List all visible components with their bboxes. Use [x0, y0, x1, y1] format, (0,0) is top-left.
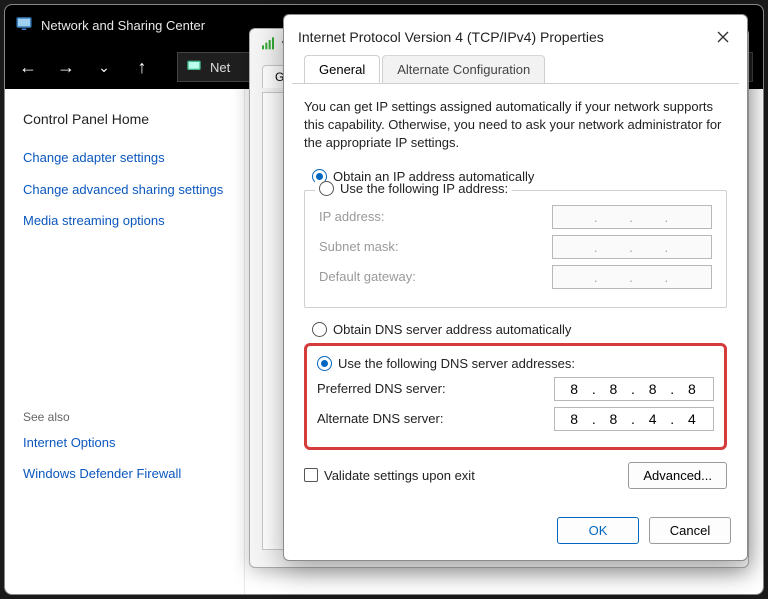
- window-title: Network and Sharing Center: [41, 18, 205, 33]
- dns-highlight: Use the following DNS server addresses: …: [304, 343, 727, 450]
- control-panel-icon: [186, 58, 202, 77]
- ip-address-label: IP address:: [319, 209, 385, 224]
- tab-alternate-config[interactable]: Alternate Configuration: [382, 55, 545, 83]
- checkbox-icon: [304, 468, 318, 482]
- radio-dns-auto-label: Obtain DNS server address automatically: [333, 322, 571, 337]
- see-also-label: See also: [23, 410, 226, 424]
- advanced-button[interactable]: Advanced...: [628, 462, 727, 489]
- forward-button[interactable]: →: [53, 54, 79, 80]
- radio-ip-manual[interactable]: Use the following IP address:: [319, 181, 508, 196]
- validate-label: Validate settings upon exit: [324, 468, 475, 483]
- subnet-mask-input: [552, 235, 712, 259]
- tab-row: General Alternate Configuration: [292, 55, 739, 84]
- media-streaming-link[interactable]: Media streaming options: [23, 212, 226, 230]
- radio-dns-manual-label: Use the following DNS server addresses:: [338, 356, 575, 371]
- cancel-button[interactable]: Cancel: [649, 517, 731, 544]
- radio-icon: [317, 356, 332, 371]
- alternate-dns-label: Alternate DNS server:: [317, 411, 443, 426]
- network-icon: [15, 15, 33, 36]
- close-button[interactable]: [711, 25, 735, 49]
- ipv4-properties-dialog: Internet Protocol Version 4 (TCP/IPv4) P…: [283, 14, 748, 561]
- ip-group: Use the following IP address: IP address…: [304, 190, 727, 308]
- address-text: Net: [210, 60, 230, 75]
- ok-button[interactable]: OK: [557, 517, 639, 544]
- recent-dropdown[interactable]: ⌄: [91, 54, 117, 80]
- radio-icon: [319, 181, 334, 196]
- defender-firewall-link[interactable]: Windows Defender Firewall: [23, 465, 226, 483]
- preferred-dns-input[interactable]: [554, 377, 714, 401]
- left-nav: Control Panel Home Change adapter settin…: [5, 89, 245, 594]
- control-panel-home-link[interactable]: Control Panel Home: [23, 111, 226, 127]
- tab-general[interactable]: General: [304, 55, 380, 83]
- ip-address-input: [552, 205, 712, 229]
- preferred-dns-label: Preferred DNS server:: [317, 381, 446, 396]
- change-advanced-sharing-link[interactable]: Change advanced sharing settings: [23, 181, 226, 199]
- back-button[interactable]: ←: [15, 54, 41, 80]
- intro-text: You can get IP settings assigned automat…: [304, 98, 727, 153]
- radio-dns-manual[interactable]: Use the following DNS server addresses:: [317, 356, 714, 371]
- radio-icon: [312, 322, 327, 337]
- change-adapter-link[interactable]: Change adapter settings: [23, 149, 226, 167]
- internet-options-link[interactable]: Internet Options: [23, 434, 226, 452]
- dialog-title: Internet Protocol Version 4 (TCP/IPv4) P…: [298, 29, 604, 45]
- validate-checkbox[interactable]: Validate settings upon exit: [304, 468, 475, 483]
- radio-ip-manual-label: Use the following IP address:: [340, 181, 508, 196]
- up-button[interactable]: ↑: [129, 54, 155, 80]
- subnet-mask-label: Subnet mask:: [319, 239, 399, 254]
- default-gateway-input: [552, 265, 712, 289]
- wifi-icon: [260, 36, 276, 55]
- default-gateway-label: Default gateway:: [319, 269, 416, 284]
- alternate-dns-input[interactable]: [554, 407, 714, 431]
- radio-dns-auto[interactable]: Obtain DNS server address automatically: [312, 322, 727, 337]
